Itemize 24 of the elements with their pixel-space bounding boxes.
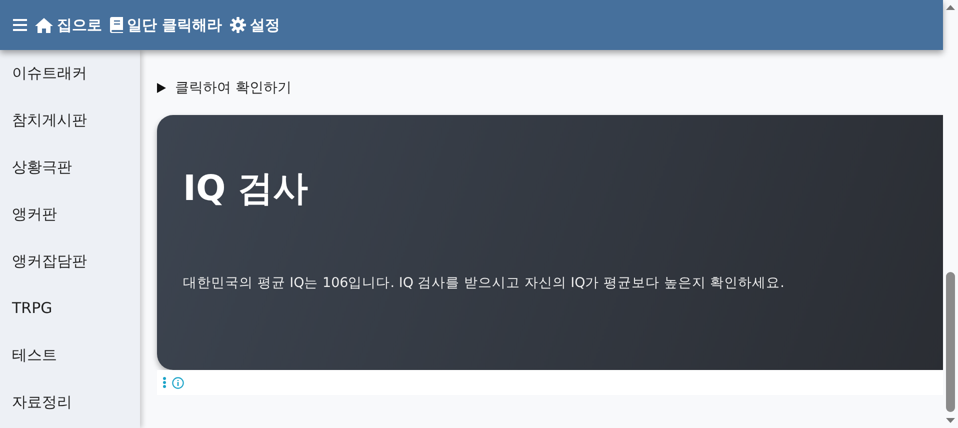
- sidebar-item[interactable]: 테스트: [0, 344, 140, 391]
- nav-link[interactable]: 일단 클릭해라: [110, 16, 222, 34]
- triangle-icon: [157, 83, 166, 93]
- more-icon[interactable]: [163, 377, 166, 388]
- scroll-down-icon[interactable]: [946, 418, 955, 423]
- sidebar-item[interactable]: 자료정리: [0, 391, 140, 428]
- settings-icon: [230, 17, 246, 33]
- info-icon[interactable]: [172, 376, 184, 388]
- scroll-up-icon[interactable]: [946, 5, 955, 10]
- sidebar-item[interactable]: 상황극판: [0, 156, 140, 203]
- scrollbar-thumb[interactable]: [946, 272, 955, 412]
- sidebar-item[interactable]: 참치게시판: [0, 109, 140, 156]
- sidebar-item[interactable]: 앵커잡담판: [0, 250, 140, 297]
- sidebar-item[interactable]: 이슈트래커: [0, 62, 140, 109]
- book-icon: [110, 17, 123, 33]
- home-icon: [35, 18, 53, 32]
- nav-link[interactable]: 집으로: [35, 16, 102, 34]
- details-summary[interactable]: 클릭하여 확인하기: [157, 77, 943, 99]
- hero-title: IQ 검사: [183, 168, 308, 211]
- hero-text: 대한민국의 평균 IQ는 106입니다. IQ 검사를 받으시고 자신의 IQ가 평균보다 높은지 확인하세요.: [183, 274, 784, 292]
- nav-link[interactable]: 설정: [230, 16, 280, 34]
- sidebar-item[interactable]: TRPG: [0, 297, 140, 344]
- menu-icon[interactable]: [13, 19, 27, 31]
- sidebar-item[interactable]: 앵커판: [0, 203, 140, 250]
